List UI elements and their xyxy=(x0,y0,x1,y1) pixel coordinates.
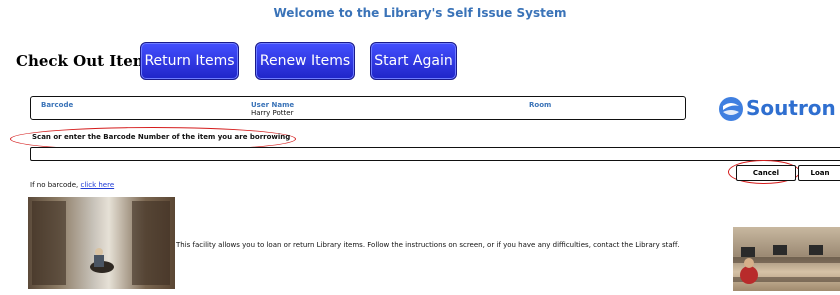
library-photo xyxy=(28,197,175,289)
barcode-input[interactable] xyxy=(30,147,840,161)
person-red-shirt xyxy=(740,266,758,284)
reader-figure xyxy=(90,248,114,273)
person-head xyxy=(744,258,754,268)
renew-items-button[interactable]: Renew Items xyxy=(255,42,355,80)
click-here-link[interactable]: click here xyxy=(81,181,115,189)
no-barcode-line: If no barcode, click here xyxy=(30,181,114,189)
scan-instruction: Scan or enter the Barcode Number of the … xyxy=(32,133,291,141)
room-label: Room xyxy=(529,101,552,109)
soutron-swirl-icon xyxy=(719,97,743,121)
loan-button[interactable]: Loan xyxy=(798,165,840,181)
logo-text: Soutron xyxy=(746,96,836,120)
no-barcode-text: If no barcode, xyxy=(30,181,81,189)
soutron-logo: Soutron xyxy=(718,94,836,124)
user-name-label: User Name xyxy=(251,101,295,109)
facility-description: This facility allows you to loan or retu… xyxy=(176,241,680,249)
barcode-label: Barcode xyxy=(41,101,74,109)
welcome-heading: Welcome to the Library's Self Issue Syst… xyxy=(273,6,567,20)
return-items-button[interactable]: Return Items xyxy=(140,42,239,80)
computer-room-photo xyxy=(733,227,840,291)
start-again-button[interactable]: Start Again xyxy=(370,42,457,80)
cancel-button[interactable]: Cancel xyxy=(736,165,796,181)
user-name-value: Harry Potter xyxy=(251,109,294,117)
page-title: Check Out Items xyxy=(16,52,158,70)
monitors xyxy=(741,245,823,257)
user-info-panel: Barcode User Name Harry Potter Room xyxy=(30,96,686,120)
